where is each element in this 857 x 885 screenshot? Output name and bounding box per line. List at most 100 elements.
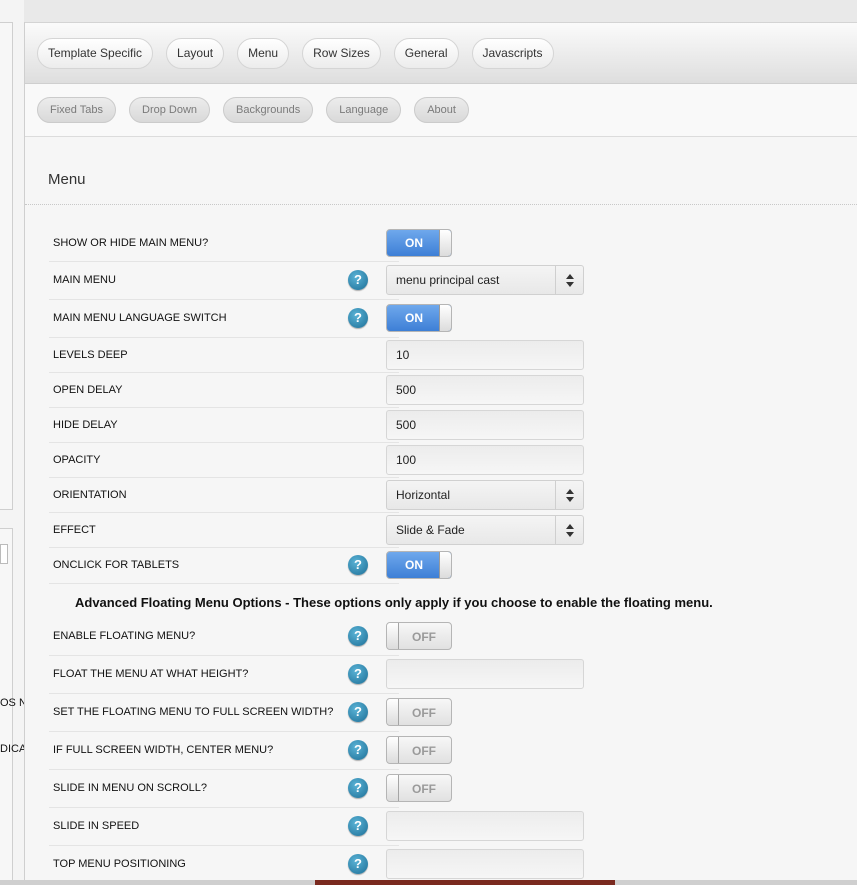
- setting-row-main-menu: MAIN MENU? menu principal cast: [49, 262, 584, 300]
- tab-template-specific[interactable]: Template Specific: [37, 38, 154, 69]
- toggle-state-label: OFF: [412, 630, 436, 644]
- toggle-knob[interactable]: [387, 775, 399, 801]
- toggle-knob[interactable]: [439, 230, 451, 256]
- setting-label: ORIENTATION: [53, 488, 127, 501]
- left-cropped-text: OS N: [0, 697, 24, 709]
- setting-label: SLIDE IN SPEED: [53, 820, 140, 832]
- text-input[interactable]: [386, 811, 584, 841]
- toggle-state-label: OFF: [412, 782, 436, 796]
- setting-label: SHOW OR HIDE MAIN MENU?: [53, 237, 209, 249]
- toggle-switch[interactable]: ON: [386, 551, 452, 579]
- help-icon[interactable]: ?: [348, 626, 368, 646]
- setting-label: OPEN DELAY: [53, 383, 123, 396]
- toggle-knob[interactable]: [439, 305, 451, 331]
- text-input[interactable]: [386, 659, 584, 689]
- help-icon[interactable]: ?: [348, 308, 368, 328]
- tab-row-sizes[interactable]: Row Sizes: [302, 38, 381, 69]
- setting-label: MAIN MENU LANGUAGE SWITCH: [53, 312, 227, 324]
- tab-general[interactable]: General: [393, 38, 459, 69]
- up-down-arrows-icon[interactable]: [555, 266, 583, 294]
- setting-row-open-delay: OPEN DELAY 500: [49, 373, 584, 408]
- text-input[interactable]: 10: [386, 339, 584, 370]
- section-title: Menu: [25, 137, 857, 205]
- setting-label: LEVELS DEEP: [53, 348, 128, 361]
- tab-menu[interactable]: Menu: [237, 38, 290, 69]
- toggle-switch[interactable]: OFF: [386, 774, 452, 802]
- select-dropdown[interactable]: Horizontal: [386, 479, 584, 510]
- left-cropped-input[interactable]: [0, 544, 8, 564]
- setting-row-if-full-screen-width-center-menu: IF FULL SCREEN WIDTH, CENTER MENU?? OFF: [49, 732, 452, 770]
- select-value: Slide & Fade: [396, 522, 465, 537]
- floating-settings-rows: ENABLE FLOATING MENU?? OFF FLOAT THE MENU …: [25, 618, 857, 884]
- select-dropdown[interactable]: menu principal cast: [386, 265, 584, 295]
- left-panel-box: [0, 22, 13, 510]
- help-icon[interactable]: ?: [348, 270, 368, 290]
- toggle-knob[interactable]: [387, 699, 399, 725]
- bottom-thumbnail: [315, 880, 615, 885]
- text-input[interactable]: 500: [386, 409, 584, 440]
- toggle-switch[interactable]: ON: [386, 304, 452, 332]
- setting-label: FLOAT THE MENU AT WHAT HEIGHT?: [53, 668, 249, 680]
- setting-row-orientation: ORIENTATION Horizontal: [49, 478, 584, 513]
- help-icon[interactable]: ?: [348, 555, 368, 575]
- setting-label: TOP MENU POSITIONING: [53, 858, 186, 870]
- toggle-state-label: OFF: [412, 744, 436, 758]
- tab-drop-down[interactable]: Drop Down: [129, 97, 211, 123]
- toggle-state-label: ON: [405, 311, 423, 325]
- toggle-state-label: OFF: [412, 706, 436, 720]
- setting-label: ENABLE FLOATING MENU?: [53, 630, 196, 642]
- setting-row-slide-in-speed: SLIDE IN SPEED?: [49, 808, 584, 846]
- toggle-switch[interactable]: OFF: [386, 622, 452, 650]
- text-input[interactable]: 500: [386, 374, 584, 405]
- setting-row-enable-floating-menu: ENABLE FLOATING MENU?? OFF: [49, 618, 452, 656]
- secondary-tab-bar: Fixed Tabs Drop Down Backgrounds Languag…: [25, 84, 857, 137]
- help-icon[interactable]: ?: [348, 854, 368, 874]
- left-cropped-text: DICA: [0, 743, 24, 755]
- setting-label: IF FULL SCREEN WIDTH, CENTER MENU?: [53, 744, 274, 756]
- settings-rows: SHOW OR HIDE MAIN MENU? ON MAIN MENU? menu …: [25, 226, 857, 584]
- toggle-knob[interactable]: [387, 623, 399, 649]
- tab-backgrounds[interactable]: Backgrounds: [223, 97, 314, 123]
- tab-javascripts[interactable]: Javascripts: [471, 38, 554, 69]
- help-icon[interactable]: ?: [348, 778, 368, 798]
- toggle-switch[interactable]: OFF: [386, 736, 452, 764]
- toggle-knob[interactable]: [439, 552, 451, 578]
- setting-label: OPACITY: [53, 453, 101, 466]
- primary-tab-bar: Template Specific Layout Menu Row Sizes …: [25, 22, 857, 84]
- setting-row-slide-in-menu-on-scroll: SLIDE IN MENU ON SCROLL?? OFF: [49, 770, 452, 808]
- toggle-switch[interactable]: OFF: [386, 698, 452, 726]
- select-value: Horizontal: [396, 487, 451, 502]
- help-icon[interactable]: ?: [348, 664, 368, 684]
- setting-label: EFFECT: [53, 523, 96, 536]
- select-dropdown[interactable]: Slide & Fade: [386, 514, 584, 545]
- setting-row-show-or-hide-main-menu: SHOW OR HIDE MAIN MENU? ON: [49, 226, 452, 262]
- setting-label: SET THE FLOATING MENU TO FULL SCREEN WID…: [53, 706, 334, 718]
- settings-panel: Template Specific Layout Menu Row Sizes …: [24, 22, 857, 885]
- tab-layout[interactable]: Layout: [166, 38, 225, 69]
- toggle-switch[interactable]: ON: [386, 229, 452, 257]
- toggle-knob[interactable]: [387, 737, 399, 763]
- setting-row-top-menu-positioning: TOP MENU POSITIONING?: [49, 846, 584, 884]
- setting-label: MAIN MENU: [53, 274, 116, 286]
- setting-row-main-menu-language-switch: MAIN MENU LANGUAGE SWITCH? ON: [49, 300, 452, 338]
- tab-about[interactable]: About: [414, 97, 469, 123]
- text-input[interactable]: [386, 849, 584, 879]
- setting-row-float-the-menu-at-what-height: FLOAT THE MENU AT WHAT HEIGHT??: [49, 656, 584, 694]
- tab-fixed-tabs[interactable]: Fixed Tabs: [37, 97, 116, 123]
- text-input[interactable]: 100: [386, 444, 584, 475]
- setting-label: SLIDE IN MENU ON SCROLL?: [53, 782, 208, 794]
- setting-label: ONCLICK FOR TABLETS: [53, 559, 180, 571]
- toggle-state-label: ON: [405, 558, 423, 572]
- help-icon[interactable]: ?: [348, 702, 368, 722]
- setting-row-opacity: OPACITY 100: [49, 443, 584, 478]
- setting-row-levels-deep: LEVELS DEEP 10: [49, 338, 584, 373]
- select-value: menu principal cast: [396, 273, 500, 287]
- up-down-arrows-icon[interactable]: [555, 515, 583, 544]
- setting-row-hide-delay: HIDE DELAY 500: [49, 408, 584, 443]
- advanced-heading: Advanced Floating Menu Options - These o…: [75, 595, 713, 610]
- tab-language[interactable]: Language: [326, 97, 402, 123]
- up-down-arrows-icon[interactable]: [555, 480, 583, 509]
- help-icon[interactable]: ?: [348, 740, 368, 760]
- help-icon[interactable]: ?: [348, 816, 368, 836]
- setting-label: HIDE DELAY: [53, 418, 118, 431]
